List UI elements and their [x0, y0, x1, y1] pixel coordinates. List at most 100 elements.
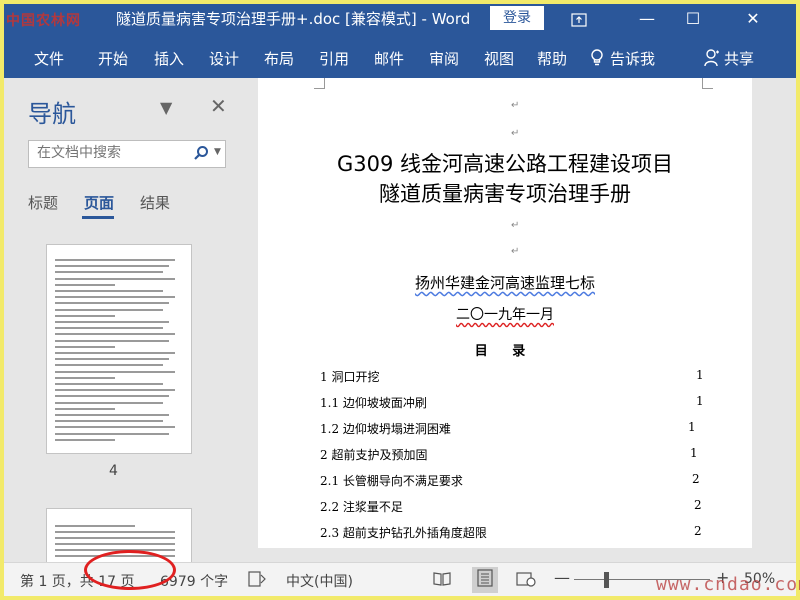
thumbnail-text-line — [55, 364, 163, 367]
search-icon[interactable] — [193, 145, 209, 165]
thumbnail-text-line — [55, 401, 163, 404]
tab-pages[interactable]: 页面 — [84, 192, 114, 213]
zoom-slider-thumb[interactable] — [604, 572, 609, 588]
thumbnail-text-line — [55, 370, 175, 373]
document-title-line1: G309 线金河高速公路工程建设项目 — [336, 152, 674, 176]
thumbnail-text-line — [55, 321, 169, 323]
document-page[interactable]: ↵ ↵ G309 线金河高速公路工程建设项目 隧道质量病害专项治理手册 ↵ ↵ … — [258, 78, 752, 548]
person-icon — [704, 49, 720, 71]
bottom-watermark: www.cndao.com — [656, 574, 800, 595]
paragraph-mark: ↵ — [511, 220, 520, 231]
toc-page-number: 2 — [694, 498, 702, 512]
maximize-button[interactable]: ☐ — [670, 4, 716, 36]
thumbnail-text-line — [55, 395, 169, 398]
thumbnail-text-line — [55, 345, 115, 348]
tell-me-label: 告诉我 — [610, 50, 656, 68]
tab-mailings[interactable]: 邮件 — [374, 48, 404, 69]
print-layout-icon[interactable] — [472, 567, 498, 593]
document-company: 扬州华建金河高速监理七标 — [258, 272, 752, 293]
thumbnail-page-number: 4 — [109, 463, 118, 479]
thumbnail-text-line — [55, 296, 175, 299]
vertical-scrollbar[interactable] — [780, 78, 796, 562]
thumbnail-text-line — [55, 290, 163, 292]
chevron-down-icon[interactable]: ▼ — [160, 98, 172, 117]
close-button[interactable]: ✕ — [730, 4, 776, 36]
toc-page-number: 2 — [692, 472, 700, 486]
word-window: 中国农林网 隧道质量病害专项治理手册+.doc [兼容模式] - Word 登录… — [4, 4, 796, 596]
minimize-button[interactable]: — — [624, 4, 670, 36]
tab-layout[interactable]: 布局 — [264, 48, 294, 69]
lightbulb-icon — [590, 49, 604, 71]
zoom-out-button[interactable]: — — [554, 568, 570, 587]
nav-search-box: ▼ — [28, 140, 226, 168]
tab-headings[interactable]: 标题 — [28, 192, 58, 213]
search-options-chevron-icon[interactable]: ▼ — [214, 147, 221, 157]
thumbnail-text-line — [55, 339, 169, 342]
tab-results[interactable]: 结果 — [140, 192, 170, 213]
close-icon[interactable]: ✕ — [210, 94, 227, 118]
document-canvas: ↵ ↵ G309 线金河高速公路工程建设项目 隧道质量病害专项治理手册 ↵ ↵ … — [242, 78, 796, 562]
thumbnail-text-line — [55, 277, 175, 280]
toc-page-number: 1 — [696, 394, 704, 408]
active-tab-indicator — [82, 216, 114, 219]
page-thumbnail[interactable] — [46, 244, 192, 454]
margin-corner — [702, 78, 713, 89]
proofing-icon[interactable] — [248, 571, 266, 591]
toc-entry[interactable]: 2 超前支护及预加固 — [320, 446, 427, 463]
login-button[interactable]: 登录 — [490, 6, 544, 30]
toc-page-number: 1 — [690, 446, 698, 460]
thumbnail-text-line — [55, 327, 163, 330]
ribbon-display-icon[interactable] — [556, 4, 602, 36]
toc-entry[interactable]: 1.2 边仰坡坍塌进洞困难 — [320, 420, 451, 437]
share-button[interactable]: 共享 — [704, 48, 754, 71]
language-status[interactable]: 中文(中国) — [286, 571, 353, 591]
window-title: 隧道质量病害专项治理手册+.doc [兼容模式] - Word — [116, 10, 471, 28]
thumbnail-text-line — [55, 265, 169, 268]
annotation-circle — [84, 550, 176, 590]
search-input[interactable] — [35, 144, 189, 162]
document-title-line2: 隧道质量病害专项治理手册 — [379, 182, 631, 206]
toc-entry[interactable]: 1.1 边仰坡坡面冲刷 — [320, 394, 427, 411]
thumbnail-text-line — [55, 389, 175, 392]
tab-file[interactable]: 文件 — [34, 48, 64, 69]
toc-entry[interactable]: 2.1 长管棚导向不满足要求 — [320, 472, 463, 489]
tab-home[interactable]: 开始 — [98, 48, 128, 69]
company-text: 扬州华建金河高速监理七标 — [414, 274, 595, 292]
tab-insert[interactable]: 插入 — [154, 48, 184, 69]
thumbnail-text-line — [55, 407, 115, 410]
toc-page-number: 1 — [696, 368, 704, 382]
thumbnail-text-line — [55, 432, 169, 435]
thumbnail-text-line — [55, 438, 115, 441]
toc-entry[interactable]: 2.3 超前支护钻孔外插角度超限 — [320, 524, 487, 541]
toc-entry[interactable]: 2.2 注浆量不足 — [320, 498, 403, 515]
tab-view[interactable]: 视图 — [484, 48, 514, 69]
paragraph-mark: ↵ — [511, 100, 520, 111]
web-layout-icon[interactable] — [516, 571, 536, 591]
toc-heading: 目 录 — [474, 344, 536, 359]
toc-page-number: 1 — [688, 420, 696, 434]
toc-entry[interactable]: 1 洞口开挖 — [320, 368, 379, 385]
thumbnail-text-line — [55, 308, 163, 311]
thumbnail-text-line — [55, 302, 169, 305]
thumbnail-text-line — [55, 414, 169, 416]
thumbnail-text-line — [55, 358, 169, 361]
document-date: 二〇一九年一月 — [258, 304, 752, 324]
thumbnail-text-line — [55, 383, 163, 385]
paragraph-mark: ↵ — [511, 128, 520, 139]
tell-me-box[interactable]: 告诉我 — [590, 48, 655, 71]
thumbnail-text-line — [55, 420, 163, 423]
tab-design[interactable]: 设计 — [209, 48, 239, 69]
thumbnail-text-line — [55, 537, 175, 539]
share-label: 共享 — [724, 50, 755, 68]
thumbnail-text-line — [55, 543, 175, 545]
tab-review[interactable]: 审阅 — [429, 48, 459, 69]
ribbon-tabs: 文件 开始 插入 设计 布局 引用 邮件 审阅 视图 帮助 告诉我 共享 — [4, 36, 796, 78]
thumbnail-text-line — [55, 314, 115, 317]
thumbnail-text-line — [55, 259, 175, 261]
site-watermark: 中国农林网 — [6, 13, 81, 29]
tab-references[interactable]: 引用 — [319, 48, 349, 69]
toc-page-number: 2 — [694, 524, 702, 538]
read-mode-icon[interactable] — [432, 571, 452, 591]
tab-help[interactable]: 帮助 — [537, 48, 567, 69]
paragraph-mark: ↵ — [511, 246, 520, 257]
